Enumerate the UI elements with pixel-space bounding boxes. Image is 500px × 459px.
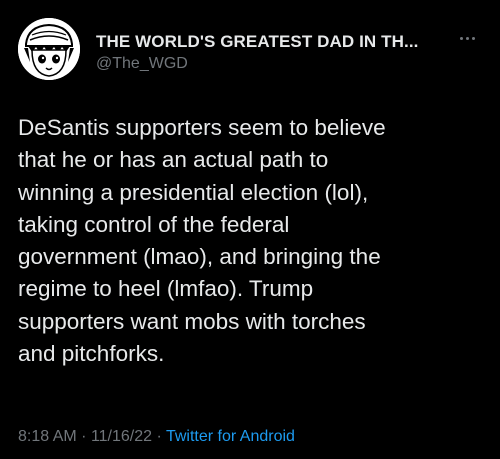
tweet-source-link[interactable]: Twitter for Android [166,428,295,445]
more-options-dot [471,36,475,40]
avatar[interactable] [18,18,80,80]
author-handle[interactable]: @The_WGD [96,55,188,73]
meta-separator: · [156,428,162,445]
tweet: THE WORLD'S GREATEST DAD IN TH... @The_W… [0,0,500,459]
tweet-time[interactable]: 8:18 AM [18,428,77,445]
more-options-icon [459,36,463,40]
more-options-dot [465,36,469,40]
meta-separator: · [81,428,87,445]
tweet-date[interactable]: 11/16/22 [91,428,152,445]
cartoon-avatar-icon [18,18,80,80]
author-display-name[interactable]: THE WORLD'S GREATEST DAD IN TH... [96,32,418,52]
tweet-metadata: 8:18 AM · 11/16/22 · Twitter for Android [18,428,295,446]
more-options-button[interactable] [452,28,482,48]
tweet-text: DeSantis supporters seem to believe that… [18,115,386,367]
